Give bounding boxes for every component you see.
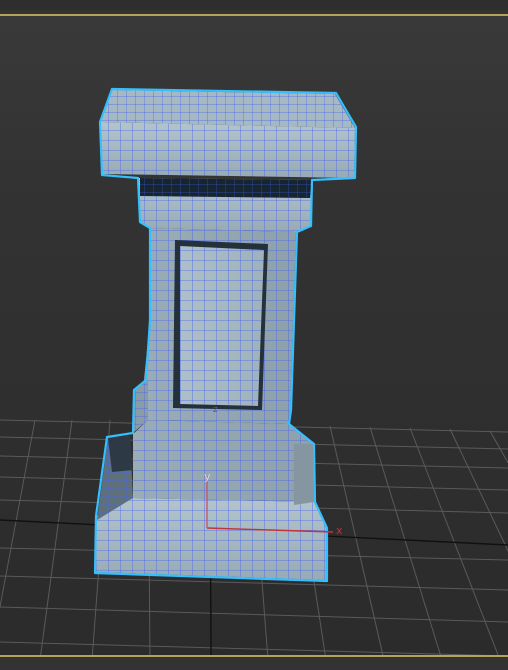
gizmo-x-label: x: [336, 524, 343, 537]
3d-viewport[interactable]: x y z: [0, 0, 508, 670]
viewport-scene[interactable]: x y z: [0, 0, 508, 670]
gizmo-z-label: z: [213, 405, 218, 415]
pillar-mesh[interactable]: [93, 87, 358, 583]
viewport-bottom-border: [0, 655, 508, 670]
gizmo-y-label: y: [204, 470, 211, 483]
